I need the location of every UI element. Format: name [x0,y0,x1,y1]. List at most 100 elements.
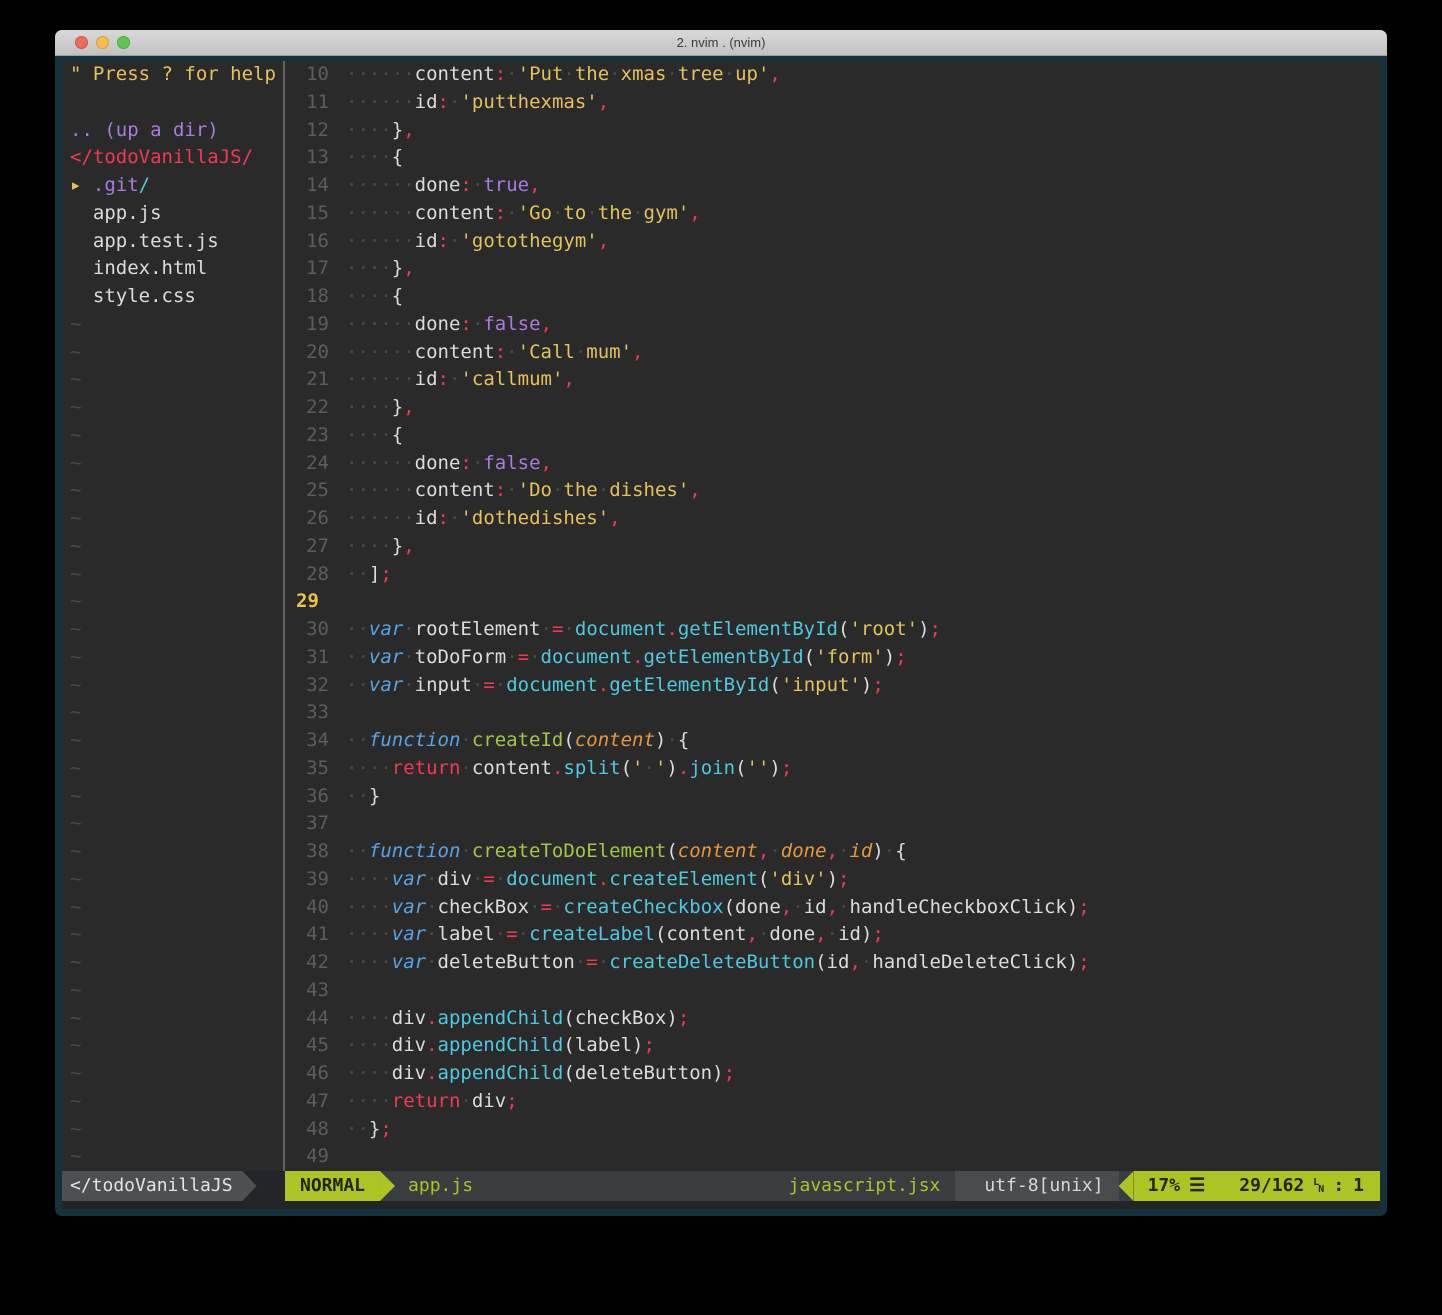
code-text: ····div.appendChild(deleteButton); [346,1062,735,1084]
code-line[interactable]: 29 [285,588,1380,616]
empty-line-tilde: ~ [70,394,283,422]
empty-line-tilde: ~ [70,422,283,450]
status-position-segment: 17% ☰ 29/162 LN : 1 [1134,1171,1380,1201]
code-line[interactable]: 44····div.appendChild(checkBox); [285,1005,1380,1033]
code-editor[interactable]: 10······content:·'Put·the·xmas·tree·up',… [285,61,1380,1171]
code-text: ······content:·'Put·the·xmas·tree·up', [346,63,781,85]
code-line[interactable]: 45····div.appendChild(label); [285,1032,1380,1060]
status-line-position: 29/162 [1239,1171,1304,1201]
line-number: 36 [285,783,346,811]
line-number: 31 [285,644,346,672]
code-text: ··var·rootElement·=·document.getElementB… [346,618,941,640]
tree-up-dir[interactable]: .. (up a dir) [70,117,283,145]
code-line[interactable]: 48··}; [285,1116,1380,1144]
mode-indicator: NORMAL [285,1171,380,1201]
code-line[interactable]: 42····var·deleteButton·=·createDeleteBut… [285,949,1380,977]
tree-root[interactable]: </todoVanillaJS/ [70,144,283,172]
line-number: 10 [285,61,346,89]
empty-line-tilde: ~ [70,450,283,478]
tree-help-line[interactable]: " Press ? for help [70,61,283,89]
code-line[interactable]: 18····{ [285,283,1380,311]
code-text: ····div.appendChild(label); [346,1034,655,1056]
tree-file-style-css[interactable]: style.css [70,283,283,311]
line-number: 34 [285,727,346,755]
code-line[interactable]: 25······content:·'Do·the·dishes', [285,477,1380,505]
code-line[interactable]: 39····var·div·=·document.createElement('… [285,866,1380,894]
empty-line-tilde: ~ [70,699,283,727]
code-line[interactable]: 16······id:·'gotothegym', [285,228,1380,256]
tree-dir-git[interactable]: ▸ .git/ [70,172,283,200]
empty-line-tilde: ~ [70,311,283,339]
code-line[interactable]: 11······id:·'putthexmas', [285,89,1380,117]
code-line[interactable]: 33 [285,699,1380,727]
code-text: ····{ [346,285,403,307]
code-line[interactable]: 38··function·createToDoElement(content,·… [285,838,1380,866]
traffic-lights [75,30,130,55]
line-number: 39 [285,866,346,894]
code-line[interactable]: 46····div.appendChild(deleteButton); [285,1060,1380,1088]
code-line[interactable]: 24······done:·false, [285,450,1380,478]
tree-file-app-test-js[interactable]: app.test.js [70,228,283,256]
code-line[interactable]: 47····return·div; [285,1088,1380,1116]
status-colon: : [1333,1171,1344,1201]
line-number: 16 [285,228,346,256]
line-number-icon: LN [1313,1179,1324,1194]
code-line[interactable]: 13····{ [285,144,1380,172]
tree-file-app-js[interactable]: app.js [70,200,283,228]
empty-line-tilde: ~ [70,339,283,367]
empty-line-tilde: ~ [70,1032,283,1060]
zoom-window-icon[interactable] [117,36,130,49]
code-line[interactable]: 43 [285,977,1380,1005]
code-line[interactable]: 36··} [285,783,1380,811]
window-titlebar[interactable]: 2. nvim . (nvim) [55,30,1387,56]
tree-status-label: </todoVanillaJS [62,1171,243,1201]
file-tree[interactable]: " Press ? for help .. (up a dir)</todoVan… [62,61,283,1171]
code-line[interactable]: 40····var·checkBox·=·createCheckbox(done… [285,894,1380,922]
code-line[interactable]: 10······content:·'Put·the·xmas·tree·up', [285,61,1380,89]
terminal-window: 2. nvim . (nvim) " Press ? for help .. (u… [55,30,1387,1216]
line-number: 18 [285,283,346,311]
code-line[interactable]: 35····return·content.split('·').join('')… [285,755,1380,783]
code-line[interactable]: 32··var·input·=·document.getElementById(… [285,672,1380,700]
line-number: 41 [285,921,346,949]
line-number: 25 [285,477,346,505]
code-line[interactable]: 14······done:·true, [285,172,1380,200]
line-number: 13 [285,144,346,172]
empty-line-tilde: ~ [70,505,283,533]
code-line[interactable]: 20······content:·'Call·mum', [285,339,1380,367]
terminal-content: " Press ? for help.. (up a dir)</todoVan… [55,56,1387,1216]
code-line[interactable]: 17····}, [285,255,1380,283]
code-line[interactable]: 15······content:·'Go·to·the·gym', [285,200,1380,228]
code-text: ····return·content.split('·').join(''); [346,757,792,779]
menu-icon: ☰ [1189,1171,1205,1201]
minimize-window-icon[interactable] [96,36,109,49]
tree-blank-line[interactable] [70,89,283,117]
close-window-icon[interactable] [75,36,88,49]
code-text: ··function·createToDoElement(content,·do… [346,840,907,862]
line-number: 12 [285,117,346,145]
command-line[interactable] [62,1201,1380,1209]
line-number: 22 [285,394,346,422]
code-line[interactable]: 12····}, [285,117,1380,145]
code-line[interactable]: 26······id:·'dothedishes', [285,505,1380,533]
code-text: ······content:·'Go·to·the·gym', [346,202,701,224]
code-line[interactable]: 37 [285,810,1380,838]
code-line[interactable]: 31··var·toDoForm·=·document.getElementBy… [285,644,1380,672]
tree-file-index-html[interactable]: index.html [70,255,283,283]
powerline-separator-icon [760,1171,774,1201]
code-line[interactable]: 23····{ [285,422,1380,450]
code-line[interactable]: 22····}, [285,394,1380,422]
code-line[interactable]: 27····}, [285,533,1380,561]
code-line[interactable]: 41····var·label·=·createLabel(content,·d… [285,921,1380,949]
code-line[interactable]: 28··]; [285,561,1380,589]
code-line[interactable]: 30··var·rootElement·=·document.getElemen… [285,616,1380,644]
code-line[interactable]: 19······done:·false, [285,311,1380,339]
code-line[interactable]: 21······id:·'callmum', [285,366,1380,394]
empty-line-tilde: ~ [70,1060,283,1088]
code-text: ··var·toDoForm·=·document.getElementById… [346,646,907,668]
code-line[interactable]: 34··function·createId(content)·{ [285,727,1380,755]
status-column: 1 [1353,1171,1364,1201]
empty-line-tilde: ~ [70,672,283,700]
code-line[interactable]: 49 [285,1143,1380,1171]
current-line-number: 29 [285,588,346,616]
